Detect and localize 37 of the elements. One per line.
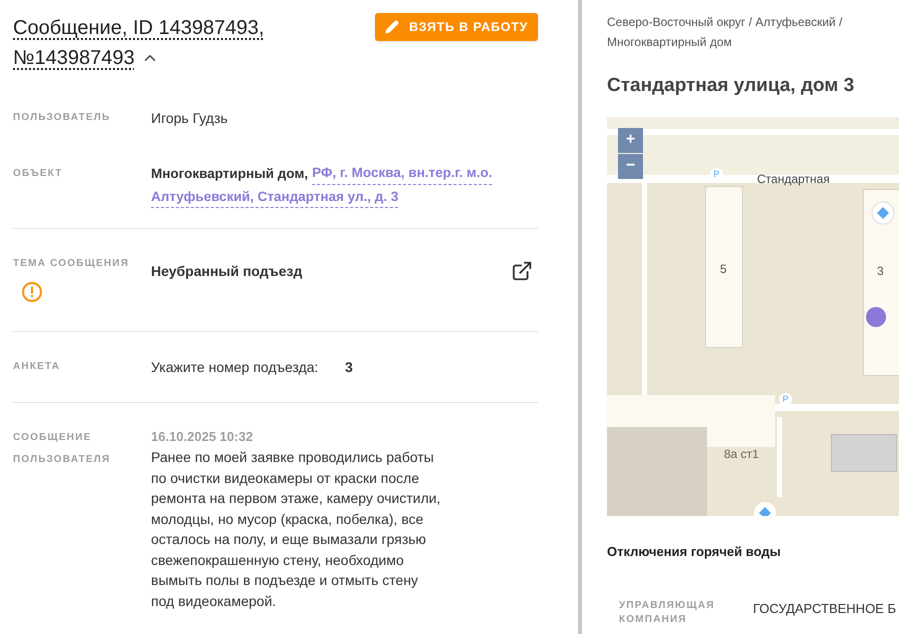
map-label: Стандартная [757, 172, 830, 186]
marker-dot-icon[interactable] [866, 306, 886, 326]
company-name: ГОСУДАРСТВЕННОЕ Б [753, 600, 896, 618]
map-pin-icon[interactable] [753, 500, 777, 516]
warning-icon [21, 281, 43, 303]
external-link-icon[interactable] [511, 260, 533, 282]
object-type: Многоквартирный дом, [151, 165, 308, 183]
field-label: УПРАВЛЯЮЩАЯ КОМПАНИЯ [619, 599, 716, 627]
map-label: 5 [720, 260, 727, 278]
map-label: 8а ст1 [724, 446, 759, 462]
field-label: СООБЩЕНИЕ ПОЛЬЗОВАТЕЛЯ [13, 431, 112, 467]
map-pin-icon[interactable] [871, 200, 895, 224]
building-shape [831, 434, 897, 472]
message-date: 16.10.2025 10:32 [151, 428, 254, 446]
address-link[interactable]: РФ, г. Москва, вн.тер.г. м.о. [312, 163, 492, 185]
section-title: Отключения горячей воды [607, 542, 782, 561]
zoom-out-button[interactable]: − [618, 154, 643, 178]
survey-question: Укажите номер подъезда: [151, 358, 320, 377]
address-link[interactable]: Алтуфьевский, Стандартная ул., д. 3 [151, 187, 398, 208]
user-name: Игорь Гудзь [151, 109, 228, 128]
take-to-work-button[interactable]: ВЗЯТЬ В РАБОТУ [375, 13, 538, 41]
pencil-icon [385, 20, 400, 34]
message-number: №143987493 [13, 46, 135, 71]
map[interactable]: Стандартная 5 3 8а ст1 P P + − [607, 116, 899, 516]
field-label: АНКЕТА [13, 360, 62, 374]
topic-text: Неубранный подъезд [151, 262, 304, 281]
survey-answer: 3 [345, 358, 353, 377]
message-text: Ранее по моей заявке проводились работы по очистки видеокамеры от краски после ремонта на первом этаже, камеру очистили, молодцы, но мусор (краска, побелка), все осталось на полу, и еще вымазали грязью свежепокрашенную стену, необходимо вымыть полы в подъезде и отмыть стену под видеокамерой. [151, 448, 442, 611]
message-title: Сообщение, ID 143987493, [13, 16, 264, 41]
map-label: 3 [877, 262, 884, 280]
field-label: ТЕМА СООБЩЕНИЯ [13, 257, 130, 271]
breadcrumb: Северо-Восточный округ / Алтуфьевский / Многоквартирный дом [607, 14, 844, 51]
field-label: ПОЛЬЗОВАТЕЛЬ [13, 111, 112, 125]
field-label: ОБЪЕКТ [13, 167, 64, 181]
zoom-in-button[interactable]: + [618, 128, 643, 152]
building-title: Стандартная улица, дом 3 [607, 74, 856, 98]
parking-sign: P [779, 392, 792, 406]
